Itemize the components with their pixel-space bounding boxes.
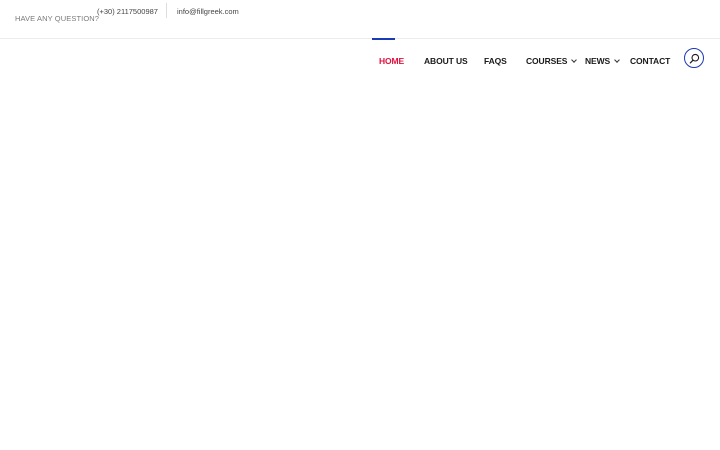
search-button[interactable] [684, 48, 704, 68]
phone-link[interactable]: (+30) 2117500987 [97, 7, 158, 16]
email-link[interactable]: info@fillgreek.com [177, 7, 239, 16]
search-icon [689, 53, 700, 64]
nav-item-about-us[interactable]: ABOUT US [424, 56, 468, 66]
chevron-down-icon [571, 57, 578, 63]
nav-item-contact[interactable]: CONTACT [630, 56, 670, 66]
nav-item-faqs[interactable]: FAQS [484, 56, 507, 66]
nav-item-news-label: NEWS [585, 56, 611, 66]
question-label: HAVE ANY QUESTION? [15, 14, 100, 23]
active-indicator [372, 38, 395, 40]
top-info-bar: HAVE ANY QUESTION? (+30) 2117500987 info… [0, 0, 720, 39]
nav-item-news[interactable]: NEWS [585, 56, 620, 66]
nav-item-courses-label: COURSES [526, 56, 568, 66]
nav-item-home[interactable]: HOME [379, 56, 404, 66]
nav-item-courses[interactable]: COURSES [526, 56, 578, 66]
chevron-down-icon [614, 57, 620, 63]
divider [166, 3, 167, 18]
